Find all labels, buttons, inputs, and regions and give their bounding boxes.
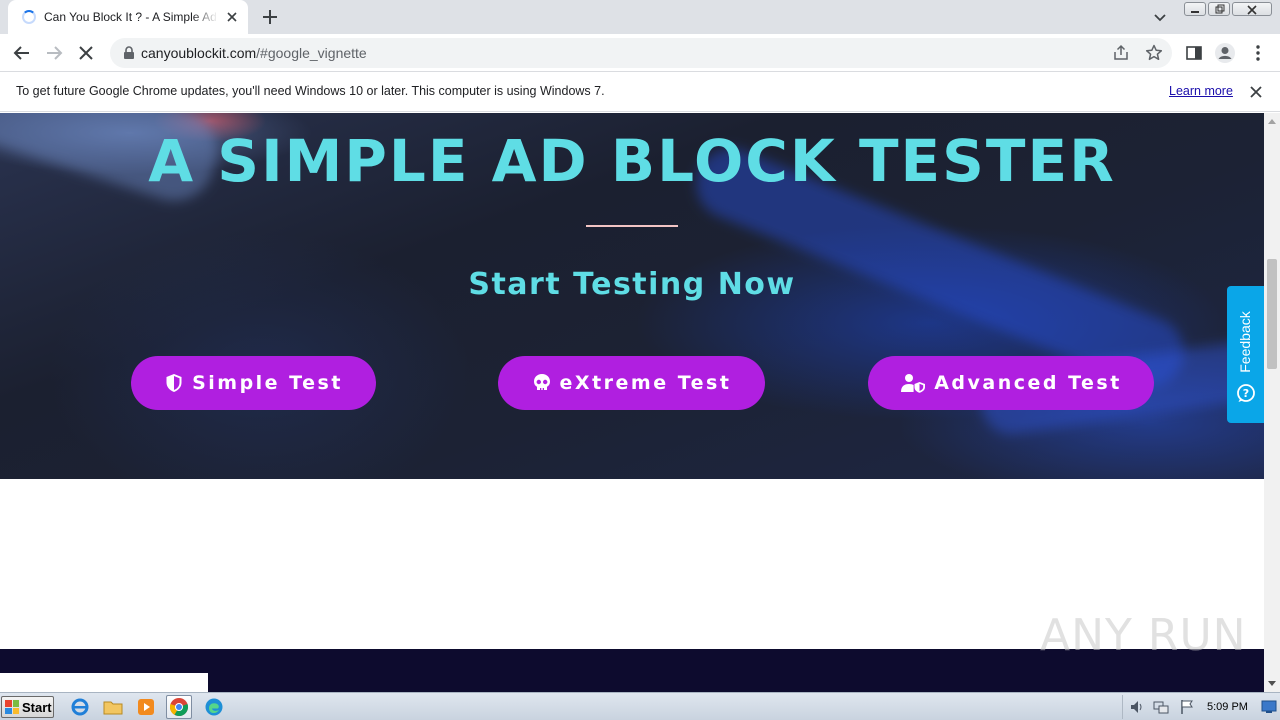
advanced-test-label: Advanced Test [934,372,1122,394]
feedback-tab[interactable]: Feedback ? [1227,286,1264,423]
extreme-test-label: eXtreme Test [559,372,732,394]
new-tab-icon[interactable] [258,5,282,29]
user-shield-icon [900,373,926,393]
close-window-button[interactable] [1232,2,1272,16]
windows-taskbar: Start 5:09 PM [0,692,1280,720]
minimize-button[interactable] [1184,2,1206,16]
simple-test-label: Simple Test [192,372,343,394]
stop-loading-icon[interactable] [74,41,98,65]
share-icon[interactable] [1112,44,1130,62]
media-player-icon[interactable] [133,695,159,719]
profile-avatar-icon[interactable] [1213,41,1237,65]
address-bar[interactable]: canyoublockit.com/#google_vignette [110,38,1172,68]
svg-text:?: ? [1243,387,1249,400]
browser-toolbar: canyoublockit.com/#google_vignette [0,34,1280,72]
start-label: Start [22,699,52,715]
learn-more-link[interactable]: Learn more [1169,84,1233,98]
forward-arrow-icon[interactable] [42,41,66,65]
tab-strip: Can You Block It ? - A Simple Ad Block T… [0,0,1280,34]
scroll-up-arrow-icon[interactable] [1268,119,1276,124]
hero-subheadline: Start Testing Now [468,267,796,302]
side-panel-icon[interactable] [1182,41,1206,65]
show-desktop-icon[interactable] [1261,700,1277,719]
url-text[interactable]: canyoublockit.com/#google_vignette [141,45,367,61]
loading-spinner-icon [22,10,36,24]
chat-bubble-icon: ? [1236,383,1256,403]
internet-explorer-icon[interactable] [67,695,93,719]
feedback-label: Feedback [1237,311,1253,373]
action-center-flag-icon[interactable] [1179,699,1195,720]
infobar-message: To get future Google Chrome updates, you… [16,84,605,98]
extreme-test-button[interactable]: eXtreme Test [498,356,765,410]
page-scrollbar[interactable] [1264,113,1280,692]
chrome-taskbar-icon[interactable] [166,695,192,719]
menu-kebab-icon[interactable] [1246,41,1270,65]
edge-icon[interactable] [201,695,227,719]
volume-icon[interactable] [1129,699,1145,720]
bookmark-star-icon[interactable] [1144,43,1164,63]
lock-icon[interactable] [122,46,136,60]
browser-tab[interactable]: Can You Block It ? - A Simple Ad Block T… [8,0,248,34]
tab-title: Can You Block It ? - A Simple Ad Block T… [44,10,218,24]
simple-test-button[interactable]: Simple Test [131,356,376,410]
chevron-down-icon[interactable] [1150,7,1170,27]
file-explorer-icon[interactable] [100,695,126,719]
skull-icon [532,373,552,393]
page-viewport: A SIMPLE AD BLOCK TESTER Start Testing N… [0,113,1264,692]
windows-logo-icon [5,700,19,714]
hero-section: A SIMPLE AD BLOCK TESTER Start Testing N… [0,113,1264,479]
back-arrow-icon[interactable] [10,41,34,65]
restore-button[interactable] [1208,2,1230,16]
advanced-test-button[interactable]: Advanced Test [868,356,1154,410]
status-popup [0,673,208,692]
scroll-down-arrow-icon[interactable] [1268,681,1276,686]
tab-close-icon[interactable] [224,9,240,25]
start-button[interactable]: Start [1,696,54,718]
update-infobar: To get future Google Chrome updates, you… [0,72,1280,112]
anyrun-watermark: ANY RUN [1040,610,1247,661]
hero-headline: A SIMPLE AD BLOCK TESTER [148,127,1116,195]
network-icon[interactable] [1153,699,1169,720]
taskbar-clock[interactable]: 5:09 PM [1207,701,1248,713]
infobar-close-icon[interactable] [1248,84,1264,100]
shield-icon [164,373,184,393]
system-tray: 5:09 PM [1122,695,1280,719]
scrollbar-thumb[interactable] [1267,259,1277,369]
headline-divider [586,225,678,227]
